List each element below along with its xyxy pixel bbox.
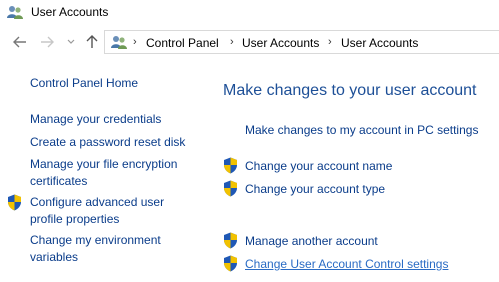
breadcrumb-user-accounts[interactable]: User Accounts bbox=[242, 36, 319, 50]
window-title: User Accounts bbox=[31, 5, 109, 19]
page-title: Make changes to your user account bbox=[223, 82, 477, 99]
up-arrow-icon[interactable] bbox=[84, 34, 100, 50]
user-accounts-icon bbox=[6, 4, 24, 20]
sidebar-item-password-reset-disk[interactable]: Create a password reset disk bbox=[30, 135, 185, 149]
title-bar: User Accounts bbox=[0, 0, 499, 26]
sidebar-control-panel-home[interactable]: Control Panel Home bbox=[30, 76, 138, 90]
change-account-type-link[interactable]: Change your account type bbox=[245, 182, 385, 196]
user-accounts-icon bbox=[110, 34, 128, 50]
sidebar-item-file-encryption[interactable]: Manage your file encryption certificates bbox=[30, 156, 195, 190]
uac-shield-icon bbox=[223, 180, 238, 197]
pc-settings-link[interactable]: Make changes to my account in PC setting… bbox=[245, 123, 478, 137]
change-uac-settings-link[interactable]: Change User Account Control settings bbox=[245, 257, 448, 271]
chevron-right-icon: › bbox=[328, 36, 332, 48]
recent-dropdown-icon[interactable] bbox=[63, 34, 79, 50]
navigation-bar: › Control Panel › User Accounts › User A… bbox=[0, 30, 499, 56]
uac-shield-icon bbox=[223, 232, 238, 249]
manage-another-account-link[interactable]: Manage another account bbox=[245, 234, 378, 248]
uac-shield-icon bbox=[223, 157, 238, 174]
breadcrumb-user-accounts-current[interactable]: User Accounts bbox=[341, 36, 418, 50]
forward-arrow-icon[interactable] bbox=[39, 34, 55, 50]
uac-shield-icon bbox=[7, 194, 22, 211]
chevron-right-icon: › bbox=[230, 36, 234, 48]
uac-shield-icon bbox=[223, 255, 238, 272]
breadcrumb-control-panel[interactable]: Control Panel bbox=[146, 36, 219, 50]
address-bar[interactable]: › Control Panel › User Accounts › User A… bbox=[104, 30, 499, 54]
sidebar-item-advanced-profile[interactable]: Configure advanced user profile properti… bbox=[30, 194, 200, 228]
sidebar-item-manage-credentials[interactable]: Manage your credentials bbox=[30, 112, 161, 126]
sidebar-item-environment-variables[interactable]: Change my environment variables bbox=[30, 232, 190, 266]
change-account-name-link[interactable]: Change your account name bbox=[245, 159, 392, 173]
chevron-right-icon: › bbox=[133, 36, 137, 48]
back-arrow-icon[interactable] bbox=[12, 34, 28, 50]
